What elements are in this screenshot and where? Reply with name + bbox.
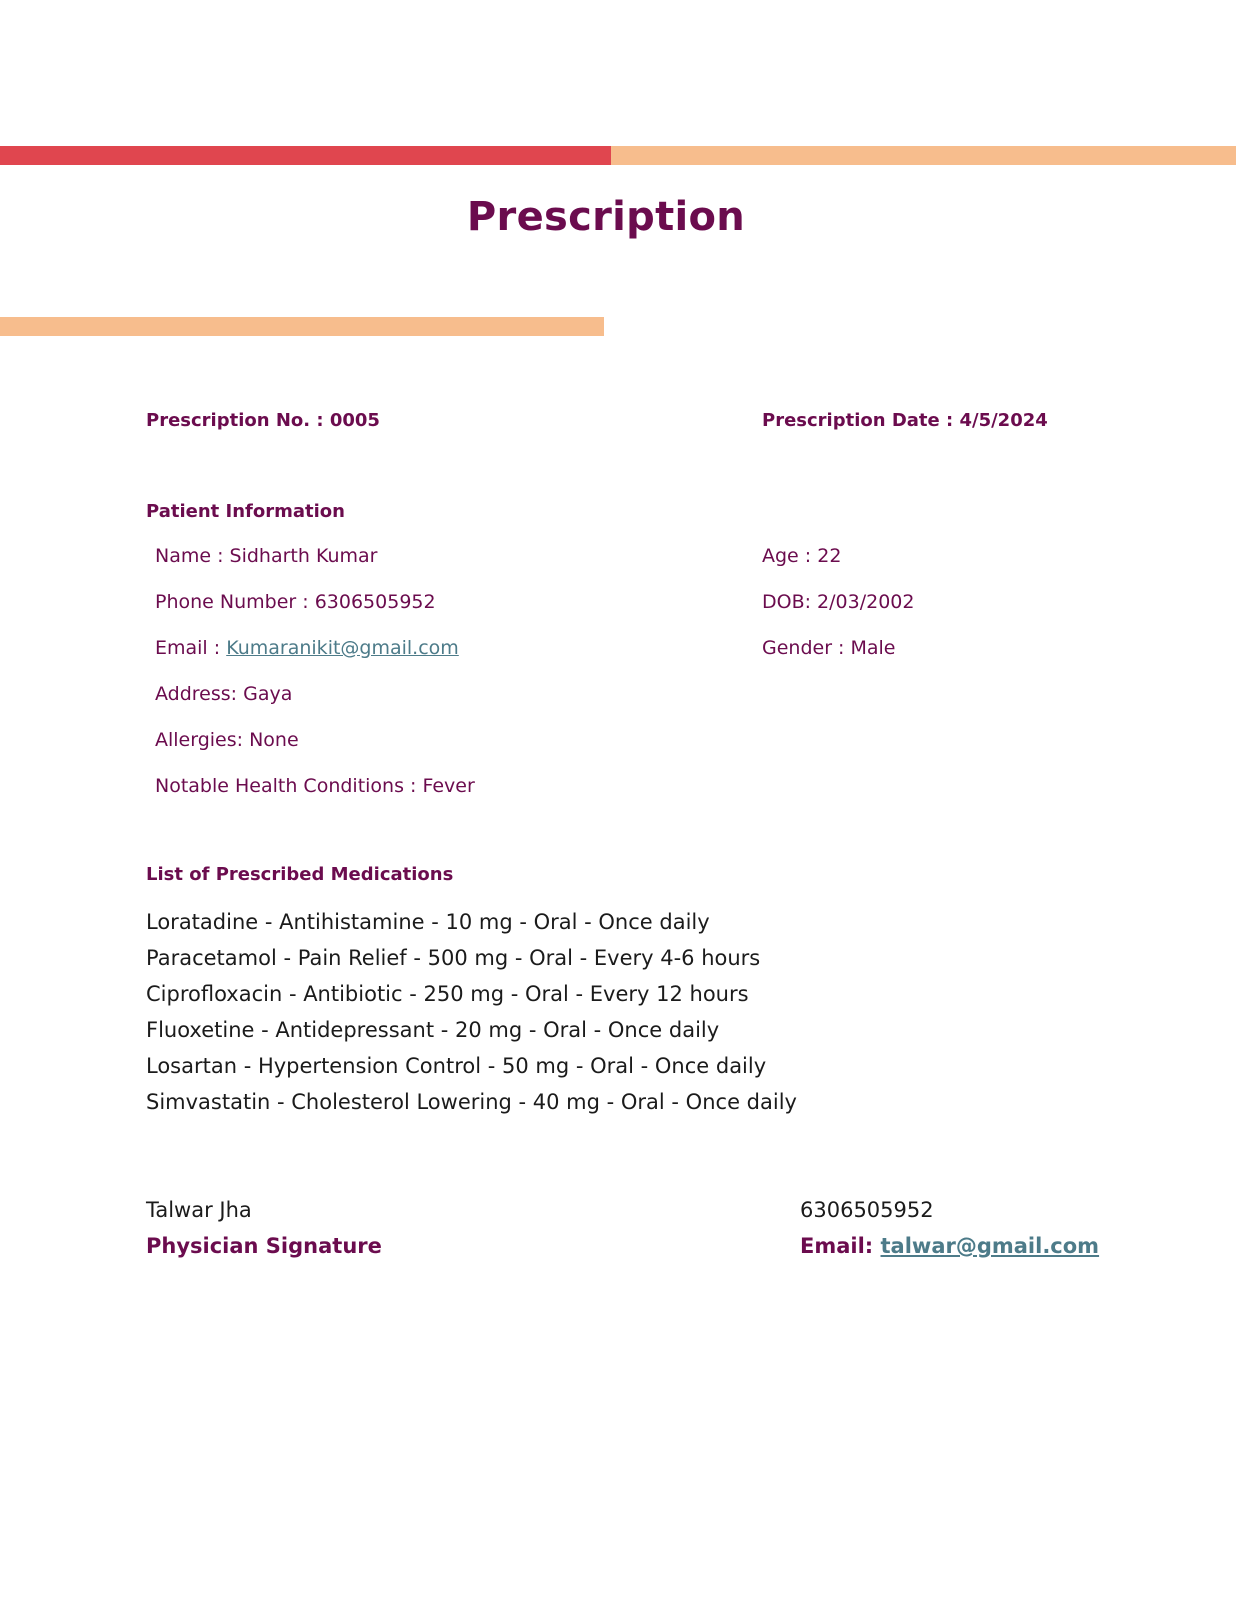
medication-item: Loratadine - Antihistamine - 10 mg - Ora… bbox=[146, 910, 710, 934]
patient-age: Age : 22 bbox=[762, 545, 842, 567]
patient-email-link[interactable]: Kumaranikit@gmail.com bbox=[226, 637, 459, 659]
prescription-date-label: Prescription Date : bbox=[762, 410, 954, 431]
patient-info-heading: Patient Information bbox=[146, 501, 345, 522]
physician-signature-label: Physician Signature bbox=[146, 1234, 382, 1258]
prescription-number: Prescription No. : 0005 bbox=[146, 410, 380, 431]
physician-name: Talwar Jha bbox=[146, 1198, 252, 1222]
patient-email-label: Email : bbox=[155, 637, 221, 659]
patient-conditions: Notable Health Conditions : Fever bbox=[155, 775, 475, 797]
medication-item: Losartan - Hypertension Control - 50 mg … bbox=[146, 1054, 767, 1078]
medication-item: Simvastatin - Cholesterol Lowering - 40 … bbox=[146, 1090, 797, 1114]
medications-heading: List of Prescribed Medications bbox=[146, 864, 454, 885]
patient-address: Address: Gaya bbox=[155, 683, 293, 705]
physician-phone: 6306505952 bbox=[800, 1198, 934, 1222]
prescription-number-label: Prescription No. : bbox=[146, 410, 324, 431]
patient-phone: Phone Number : 6306505952 bbox=[155, 591, 436, 613]
medication-item: Ciprofloxacin - Antibiotic - 250 mg - Or… bbox=[146, 982, 749, 1006]
medication-item: Paracetamol - Pain Relief - 500 mg - Ora… bbox=[146, 946, 761, 970]
physician-email: Email: talwar@gmail.com bbox=[800, 1234, 1099, 1258]
medication-item: Fluoxetine - Antidepressant - 20 mg - Or… bbox=[146, 1018, 720, 1042]
physician-email-label: Email: bbox=[800, 1234, 874, 1258]
page-title: Prescription bbox=[466, 194, 746, 240]
patient-email: Email : Kumaranikit@gmail.com bbox=[155, 637, 459, 659]
prescription-number-value: 0005 bbox=[329, 410, 380, 431]
header-bar-red bbox=[0, 146, 611, 165]
patient-dob: DOB: 2/03/2002 bbox=[762, 591, 915, 613]
physician-email-link[interactable]: talwar@gmail.com bbox=[881, 1234, 1100, 1258]
header-bar-peach bbox=[611, 146, 1236, 165]
prescription-date-value: 4/5/2024 bbox=[959, 410, 1048, 431]
divider-bar-peach bbox=[0, 317, 604, 336]
patient-gender: Gender : Male bbox=[762, 637, 896, 659]
prescription-date: Prescription Date : 4/5/2024 bbox=[762, 410, 1048, 431]
patient-name: Name : Sidharth Kumar bbox=[155, 545, 378, 567]
patient-allergies: Allergies: None bbox=[155, 729, 299, 751]
